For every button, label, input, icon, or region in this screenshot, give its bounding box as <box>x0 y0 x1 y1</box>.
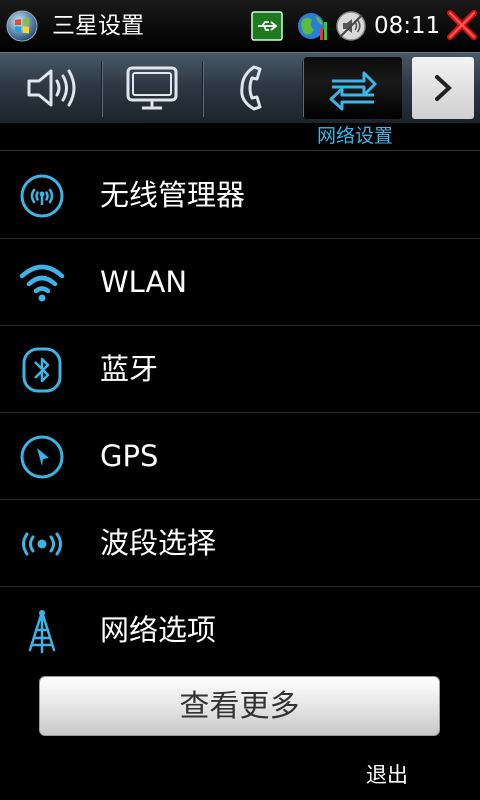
clock: 08:11 <box>374 13 441 39</box>
antenna-icon <box>28 610 56 654</box>
close-icon[interactable] <box>446 8 478 42</box>
tab-sound[interactable] <box>3 57 99 119</box>
next-tabs-button[interactable] <box>412 57 474 119</box>
list-item-band-selection[interactable]: 波段选择 <box>0 500 480 587</box>
speaker-icon <box>27 69 76 107</box>
volume-icon[interactable] <box>334 10 368 42</box>
list-item-gps[interactable]: GPS <box>0 413 480 500</box>
list-item-label: GPS <box>100 439 159 473</box>
list-item-bluetooth[interactable]: 蓝牙 <box>0 326 480 413</box>
wireless-manager-icon <box>20 174 64 218</box>
list-item-label: 网络选项 <box>100 613 217 647</box>
tab-display[interactable] <box>104 57 200 119</box>
wifi-icon <box>19 264 65 302</box>
selected-tab-label: 网络设置 <box>316 125 393 147</box>
view-more-button[interactable]: 查看更多 <box>39 676 440 736</box>
windows-start-icon[interactable] <box>6 10 38 42</box>
settings-category-tabs <box>0 52 480 123</box>
list-item-label: WLAN <box>100 265 188 299</box>
list-item-label: 波段选择 <box>100 526 217 560</box>
list-item-wlan[interactable]: WLAN <box>0 239 480 326</box>
bluetooth-icon <box>22 347 62 393</box>
monitor-icon <box>126 66 178 110</box>
usb-connection-icon[interactable] <box>251 11 283 41</box>
list-item-label: 蓝牙 <box>100 352 159 386</box>
tab-separator <box>101 61 103 117</box>
list-item-wireless-manager[interactable]: 无线管理器 <box>0 152 480 239</box>
status-bar: 三星设置 08:11 <box>0 0 480 52</box>
list-item-label: 无线管理器 <box>100 178 246 212</box>
tab-phone[interactable] <box>204 57 300 119</box>
exit-button[interactable]: 退出 <box>366 758 408 792</box>
network-settings-list: 无线管理器 WLAN 蓝牙 GPS 波段选择 网络选项 <box>0 152 480 673</box>
gps-icon <box>20 435 64 479</box>
chevron-right-icon <box>435 75 452 101</box>
network-arrows-icon <box>329 71 377 111</box>
app-title: 三星设置 <box>52 13 144 39</box>
band-signal-icon <box>22 532 62 556</box>
phone-handset-icon <box>240 65 262 111</box>
connectivity-globe-icon[interactable] <box>296 10 330 42</box>
divider <box>0 150 480 151</box>
list-item-network-options[interactable]: 网络选项 <box>0 587 480 673</box>
tab-network-settings[interactable] <box>304 57 402 119</box>
